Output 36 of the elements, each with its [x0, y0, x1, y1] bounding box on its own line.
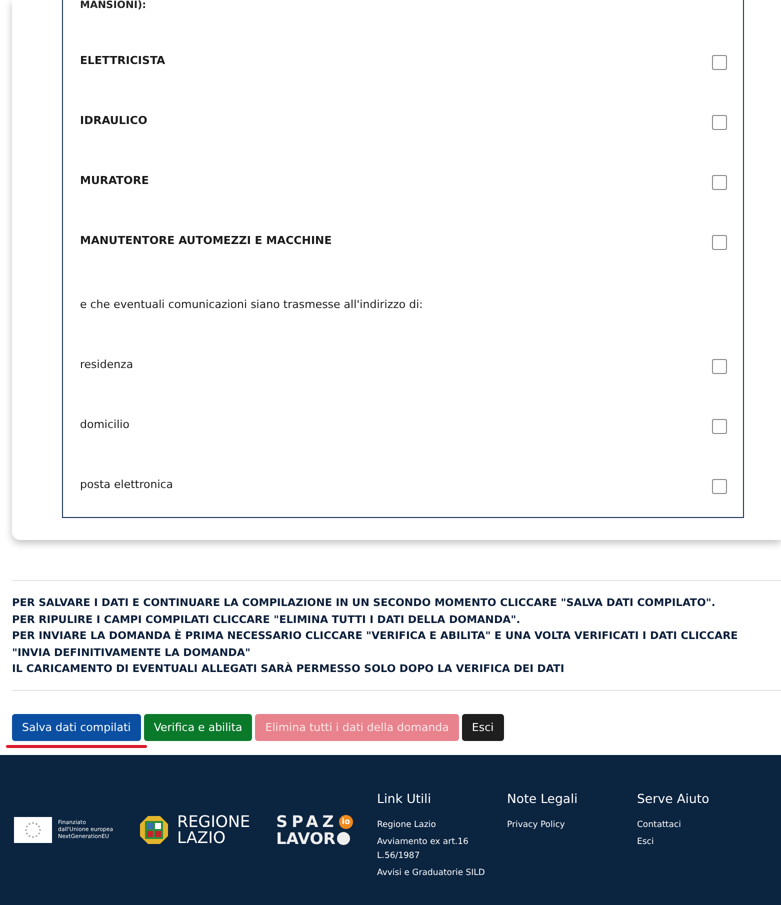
option-label: ELETTRICISTA	[80, 54, 166, 67]
checkbox[interactable]	[712, 418, 727, 434]
footer-link[interactable]: Avvisi e Graduatorie SILD	[377, 866, 485, 880]
footer-link[interactable]: Esci	[637, 835, 745, 849]
checkbox[interactable]	[712, 174, 727, 190]
action-button[interactable]: Salva dati compilati	[12, 714, 141, 740]
spazio-lavoro-logo: SPAZ io LAVOR	[276, 813, 353, 847]
checkbox[interactable]	[712, 358, 727, 374]
footer-link[interactable]: Privacy Policy	[507, 818, 615, 832]
footer-link[interactable]: Contattaci	[637, 818, 745, 832]
option-label: MURATORE	[80, 174, 149, 187]
option-label: IDRAULICO	[80, 114, 148, 127]
option-label: MANUTENTORE AUTOMEZZI E MACCHINE	[80, 234, 332, 247]
section-label: MANSIONI):	[80, 0, 148, 13]
eu-flag-icon	[14, 817, 52, 843]
action-button[interactable]: Esci	[462, 714, 504, 740]
footer-heading: Note Legali	[507, 791, 579, 806]
option-label: posta elettronica	[80, 478, 174, 491]
instruction-text: PER RIPULIRE I CAMPI COMPILATI CLICCARE "ELIMINA TUTTI I DATI DELLA DOMANDA".	[12, 612, 522, 628]
checkbox[interactable]	[712, 114, 727, 130]
instruction-text: PER INVIARE LA DOMANDA È PRIMA NECESSARIO CLICCARE "VERIFICA E ABILITA" E UNA VOLTA VERIFICATI I DATI CLICCARE "INVIA DEFINITIVAMENTE LA DOMANDA"	[12, 628, 739, 660]
option-label: domicilio	[80, 418, 130, 431]
footer-heading: Link Utili	[377, 791, 432, 806]
checkbox[interactable]	[712, 234, 727, 250]
instruction-text: IL CARICAMENTO DI EVENTUALI ALLEGATI SARÀ PERMESSO SOLO DOPO LA VERIFICA DEI DATI	[12, 661, 566, 677]
footer-link[interactable]: Regione Lazio	[377, 818, 485, 832]
checkbox[interactable]	[712, 478, 727, 494]
footer-link[interactable]: Avviamento ex art.16 L.56/1987	[377, 835, 485, 863]
region-logo-text: REGIONE LAZIO	[177, 814, 250, 846]
instruction-text: e che eventuali comunicazioni siano trasmesse all'indirizzo di:	[80, 298, 423, 311]
option-label: residenza	[80, 358, 134, 371]
coat-of-arms-icon	[139, 815, 170, 845]
action-button[interactable]: Verifica e abilita	[144, 714, 252, 740]
instruction-text: PER SALVARE I DATI E CONTINUARE LA COMPILAZIONE IN UN SECONDO MOMENTO CLICCARE "SALVA DATI COMPILATO".	[12, 596, 716, 611]
checkbox[interactable]	[712, 54, 727, 70]
footer-heading: Serve Aiuto	[637, 791, 710, 806]
